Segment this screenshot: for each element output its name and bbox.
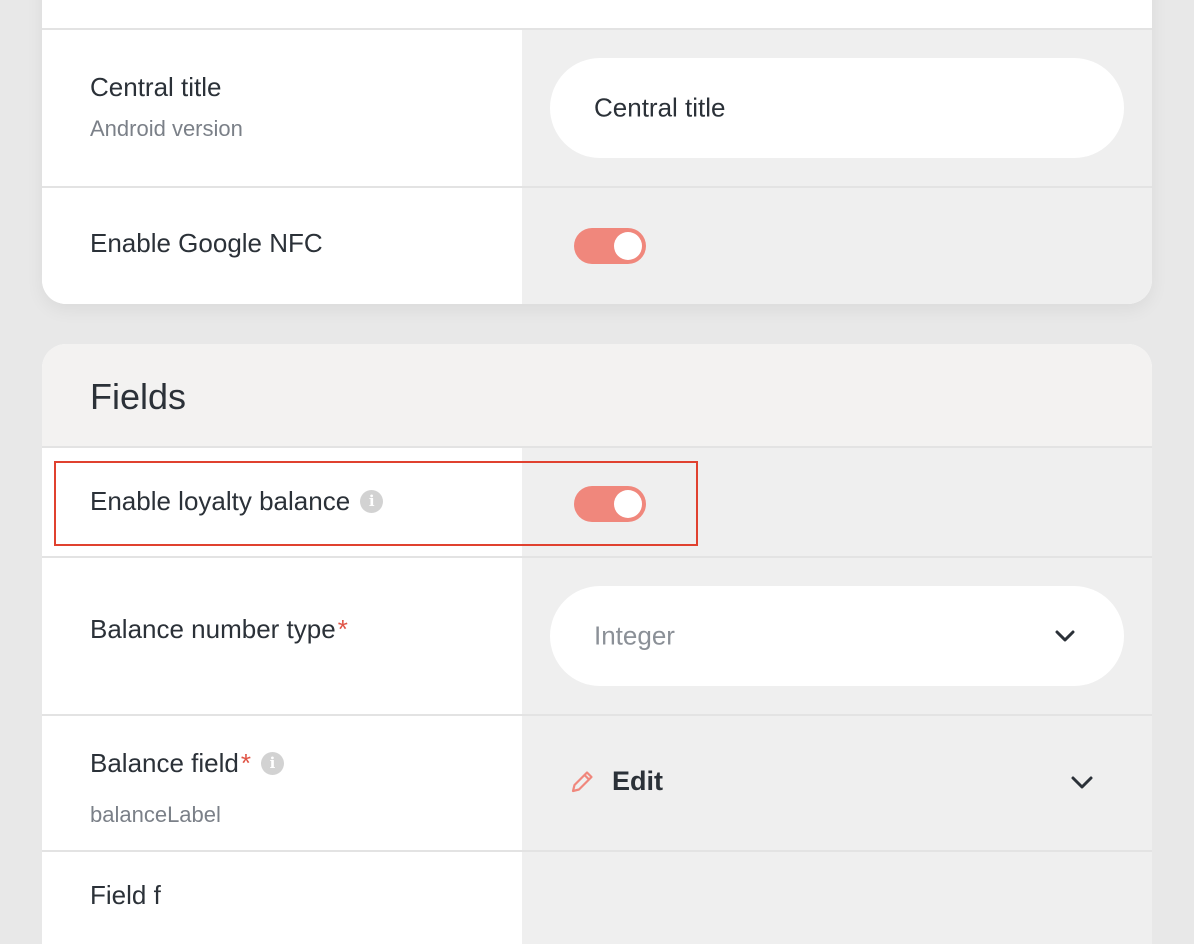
balance-field-edit-button[interactable]: Edit bbox=[568, 766, 663, 797]
loyalty-balance-label: Enable loyalty balance bbox=[90, 486, 351, 516]
central-title-row: Central title Android version Central ti… bbox=[42, 28, 1152, 186]
balance-number-type-select[interactable]: Integer bbox=[550, 586, 1124, 686]
balance-field-sublabel: balanceLabel bbox=[90, 802, 221, 827]
edit-label: Edit bbox=[612, 766, 663, 796]
google-nfc-toggle[interactable] bbox=[574, 228, 646, 264]
fields-title: Fields bbox=[90, 376, 187, 417]
settings-card-top: Central title Android version Central ti… bbox=[42, 0, 1152, 304]
pencil-icon bbox=[571, 770, 593, 792]
info-icon[interactable]: i bbox=[261, 752, 285, 775]
balance-number-type-placeholder: Integer bbox=[594, 620, 675, 651]
balance-number-type-label-wrap: Balance number type * bbox=[90, 614, 348, 645]
chevron-down-icon[interactable] bbox=[1070, 774, 1094, 790]
loyalty-balance-toggle[interactable] bbox=[574, 486, 646, 522]
balance-field-row: Balance field * i balanceLabel Edit bbox=[42, 714, 1152, 850]
chevron-down-icon bbox=[1055, 630, 1075, 642]
loyalty-balance-label-wrap: Enable loyalty balance i bbox=[90, 486, 384, 517]
balance-field-label: Balance field bbox=[90, 748, 239, 778]
next-field-label: Field f bbox=[90, 880, 161, 910]
central-title-input[interactable]: Central title bbox=[550, 58, 1124, 158]
required-mark: * bbox=[337, 614, 348, 644]
required-mark: * bbox=[240, 748, 252, 778]
central-title-input-value: Central title bbox=[594, 92, 726, 123]
balance-number-type-row: Balance number type * Integer bbox=[42, 556, 1152, 714]
central-title-label: Central title bbox=[90, 72, 222, 102]
toggle-knob bbox=[614, 490, 642, 518]
balance-field-label-wrap: Balance field * i bbox=[90, 748, 285, 779]
balance-number-type-label: Balance number type bbox=[90, 614, 336, 644]
loyalty-balance-row: Enable loyalty balance i bbox=[42, 446, 1152, 556]
central-title-sublabel: Android version bbox=[90, 116, 243, 141]
fields-header: Fields bbox=[42, 344, 1152, 446]
fields-card: Fields Enable loyalty balance i Balance … bbox=[42, 344, 1152, 944]
next-field-row: Field f bbox=[42, 850, 1152, 944]
info-icon[interactable]: i bbox=[360, 490, 384, 513]
google-nfc-label: Enable Google NFC bbox=[90, 228, 323, 258]
google-nfc-row: Enable Google NFC bbox=[42, 186, 1152, 304]
toggle-knob bbox=[614, 232, 642, 260]
